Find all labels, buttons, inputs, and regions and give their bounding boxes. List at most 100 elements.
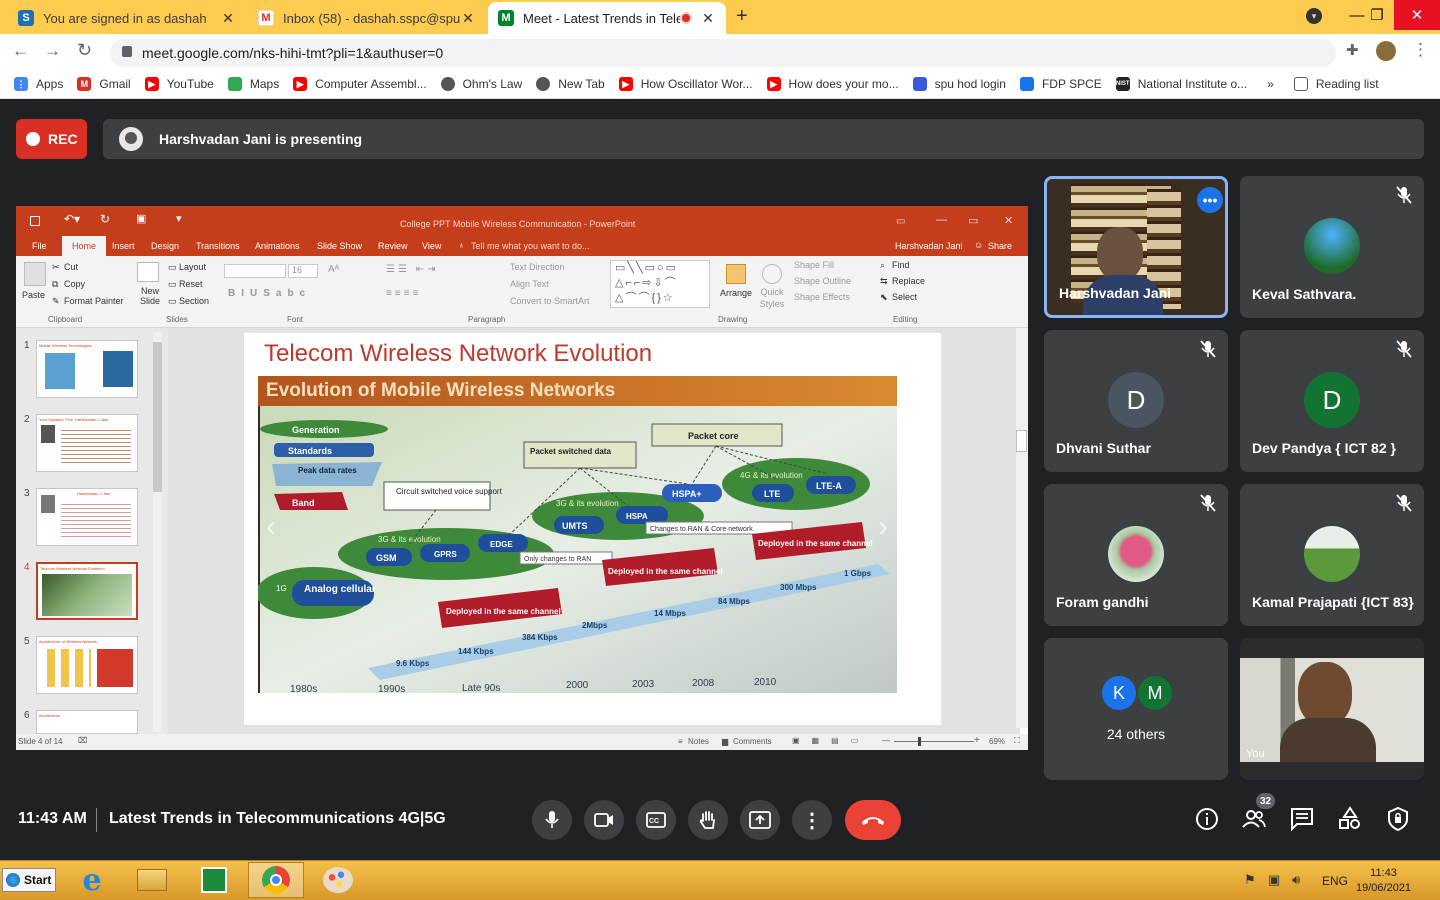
flag-icon[interactable]: ⚑: [1244, 872, 1256, 888]
participant-tile-foram[interactable]: Foram gandhi: [1044, 484, 1228, 626]
people-count-badge: 32: [1256, 793, 1275, 809]
participant-tile-dev[interactable]: D Dev Pandya { ICT 82 }: [1240, 330, 1424, 472]
people-icon[interactable]: [1241, 806, 1267, 832]
host-controls-icon[interactable]: [1385, 806, 1411, 832]
brush-icon: ✎: [52, 296, 60, 306]
gmail-icon: M: [258, 10, 274, 26]
std-hspa: HSPA: [626, 512, 648, 521]
bookmark-how-does[interactable]: ▶ How does your mo...: [766, 77, 899, 91]
slide-thumb-4-selected: Telecom Wireless Network Evolution: [36, 562, 138, 620]
recording-badge[interactable]: REC: [16, 119, 87, 159]
raise-hand-button[interactable]: [688, 800, 728, 840]
self-view-tile[interactable]: You: [1240, 638, 1424, 780]
youtube-icon: ▶: [618, 77, 633, 91]
taskbar-store[interactable]: [186, 862, 242, 898]
participant-tile-kamal[interactable]: Kamal Prajapati {ICT 83}: [1240, 484, 1424, 626]
bookmark-apps[interactable]: ⋮ Apps: [14, 77, 63, 91]
more-options-button[interactable]: ⋮: [792, 800, 832, 840]
leave-call-button[interactable]: [845, 800, 901, 840]
bookmark-gmail[interactable]: M Gmail: [77, 77, 131, 91]
meeting-details-icon[interactable]: [1194, 806, 1220, 832]
tab-meet[interactable]: M Meet - Latest Trends in Telec ✕: [488, 2, 726, 34]
avatar: [1304, 218, 1360, 274]
bookmark-computer-assembly[interactable]: ▶ Computer Assembl...: [293, 77, 427, 91]
address-bar[interactable]: meet.google.com/nks-hihi-tmt?pli=1&authu…: [110, 39, 1336, 67]
copy-label: Copy: [64, 279, 86, 289]
taskbar-explorer[interactable]: [124, 862, 180, 898]
bookmark-ohms-law[interactable]: Ohm's Law: [440, 77, 522, 91]
tab-search-icon[interactable]: ▾: [1306, 8, 1322, 24]
taskbar-paint[interactable]: [310, 862, 366, 898]
system-clock[interactable]: 11:43 19/06/2021: [1356, 866, 1411, 896]
format-painter-label: Format Painter: [64, 296, 124, 306]
chat-icon[interactable]: [1289, 806, 1315, 832]
group-paragraph: Paragraph: [468, 315, 506, 324]
participant-tile-keval[interactable]: Keval Sathvara.: [1240, 176, 1424, 318]
store-icon: [201, 867, 227, 893]
extensions-icon[interactable]: ✚: [1346, 41, 1359, 59]
bookmark-fdp-spce[interactable]: FDP SPCE: [1019, 77, 1102, 91]
chrome-icon: [262, 866, 290, 894]
note-ran-core: Changes to RAN & Core network: [650, 526, 753, 533]
more-vert-icon: ⋮: [802, 809, 822, 832]
youtube-icon: ▶: [766, 77, 781, 91]
ppt-window-title: College PPT Mobile Wireless Communicatio…: [400, 219, 636, 229]
back-icon[interactable]: ←: [12, 41, 29, 61]
taskbar-ie[interactable]: e: [64, 862, 120, 898]
captions-button[interactable]: CC: [636, 800, 676, 840]
more-bookmarks-icon[interactable]: »: [1267, 77, 1274, 91]
bookmark-maps[interactable]: Maps: [227, 77, 279, 91]
slide-photo: Evolution of Mobile Wireless Networks Ge…: [258, 376, 897, 693]
std-umts: UMTS: [562, 521, 588, 531]
camera-button[interactable]: [584, 800, 624, 840]
section-icon: ▭: [168, 296, 177, 306]
close-icon[interactable]: ✕: [460, 10, 476, 27]
reload-icon[interactable]: ↻: [77, 40, 92, 61]
profile-avatar[interactable]: [1376, 41, 1396, 61]
thumb-title: Architecture: [39, 713, 61, 718]
taskbar-chrome[interactable]: [248, 862, 304, 898]
std-gprs: GPRS: [434, 550, 457, 559]
zoom-level: 69%: [989, 737, 1006, 746]
ppt-status-bar: Slide 4 of 14 ⌧ ≡ Notes ▆ Comments ▣▦▤▭ …: [16, 734, 1028, 750]
window-close-button[interactable]: ✕: [1394, 0, 1440, 30]
slide-thumb-1: Mobile Wireless Technologies: [36, 340, 138, 398]
bookmark-new-tab[interactable]: New Tab: [536, 77, 605, 91]
others-tile[interactable]: K M 24 others: [1044, 638, 1228, 780]
menu-design: Design: [151, 241, 180, 251]
start-button[interactable]: Start: [2, 868, 56, 892]
replace-icon: ⇆: [880, 276, 888, 286]
forward-icon[interactable]: →: [44, 41, 61, 61]
reading-list[interactable]: Reading list: [1293, 77, 1379, 91]
bookmark-spu-hod[interactable]: spu hod login: [912, 77, 1006, 91]
network-icon[interactable]: ▣: [1268, 872, 1280, 888]
activities-icon[interactable]: [1337, 806, 1363, 832]
volume-icon[interactable]: 🔊︎: [1292, 872, 1300, 888]
more-options-icon[interactable]: •••: [1197, 187, 1223, 213]
gmail-icon: M: [77, 77, 92, 91]
deployed-1: Deployed in the same channel: [446, 607, 561, 616]
close-icon[interactable]: ✕: [220, 10, 236, 27]
participant-tile-dhvani[interactable]: D Dhvani Suthar: [1044, 330, 1228, 472]
close-icon[interactable]: ✕: [700, 10, 716, 27]
std-edge: EDGE: [490, 540, 513, 549]
present-now-button[interactable]: [740, 800, 780, 840]
language-indicator[interactable]: ENG: [1322, 874, 1348, 888]
slide-number: 4: [24, 562, 30, 573]
menu-icon[interactable]: ⋮: [1412, 40, 1429, 60]
network-evolution-diagram: Evolution of Mobile Wireless Networks Ge…: [258, 376, 897, 693]
slide-number: 6: [24, 710, 30, 721]
bookmark-oscillator[interactable]: ▶ How Oscillator Wor...: [618, 77, 753, 91]
bookmark-national-institute[interactable]: NIST National Institute o...: [1115, 77, 1247, 91]
tab-signed-in[interactable]: S You are signed in as dashah ✕: [8, 2, 246, 34]
find-icon: ⌕: [880, 260, 886, 270]
paste-label: Paste: [22, 290, 46, 300]
participant-tile-harshvadan[interactable]: ••• Harshvadan Jani: [1044, 176, 1228, 318]
microphone-button[interactable]: [532, 800, 572, 840]
presenting-banner: Harshvadan Jani is presenting: [103, 119, 1424, 159]
tab-inbox[interactable]: M Inbox (58) - dashah.sspc@spu.ac ✕: [248, 2, 486, 34]
new-tab-button[interactable]: +: [736, 5, 748, 28]
bookmark-youtube[interactable]: ▶ YouTube: [144, 77, 214, 91]
globe-icon: [536, 77, 551, 91]
menu-slide-show: Slide Show: [317, 241, 363, 251]
